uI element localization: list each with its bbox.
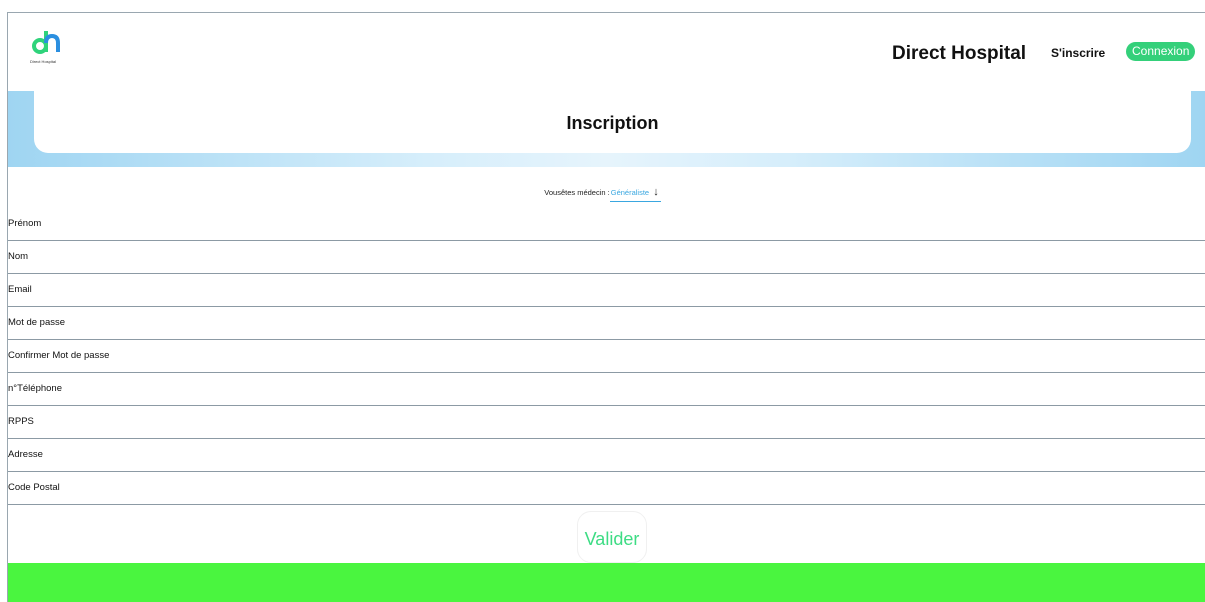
first-name-input[interactable] [8, 208, 1108, 239]
page-title: Inscription [566, 113, 659, 133]
arrow-down-icon: ↓ [653, 186, 659, 198]
confirm-password-input[interactable] [8, 340, 1108, 371]
email-input[interactable] [8, 274, 1108, 305]
logo-caption: Direct Hospital [30, 59, 57, 64]
field-row [8, 406, 1205, 439]
brand-name: Direct Hospital [892, 43, 1027, 64]
submit-button[interactable]: Valider [577, 511, 647, 563]
field-row [8, 439, 1205, 472]
logo-icon [32, 31, 60, 54]
doctor-type-value: Généraliste [610, 188, 650, 197]
field-row [8, 373, 1205, 406]
field-row [8, 472, 1205, 505]
field-row [8, 208, 1205, 241]
doctor-type-row: Vousêtes médecin :Généraliste ↓ [0, 186, 1205, 202]
phone-input[interactable] [8, 373, 1108, 404]
doctor-type-label: Vousêtes médecin : [544, 188, 610, 197]
registration-form [8, 208, 1205, 505]
field-row [8, 307, 1205, 340]
footer-bar [8, 563, 1205, 602]
title-card: Inscription [34, 91, 1191, 153]
rpps-input[interactable] [8, 406, 1108, 437]
doctor-type-select[interactable]: Généraliste ↓ [609, 186, 661, 202]
field-row [8, 274, 1205, 307]
field-row [8, 340, 1205, 373]
password-input[interactable] [8, 307, 1108, 338]
field-divider [1123, 504, 1205, 505]
last-name-input[interactable] [8, 241, 1108, 272]
address-input[interactable] [8, 439, 1108, 470]
title-banner: Inscription [8, 91, 1205, 167]
top-navbar: Direct Hospital Direct Hospital S'inscri… [8, 13, 1205, 91]
login-button[interactable]: Connexion [1126, 42, 1196, 61]
postal-code-input[interactable] [8, 472, 1108, 503]
field-row [8, 241, 1205, 274]
signup-link[interactable]: S'inscrire [1051, 46, 1105, 60]
logo[interactable]: Direct Hospital [30, 27, 64, 67]
